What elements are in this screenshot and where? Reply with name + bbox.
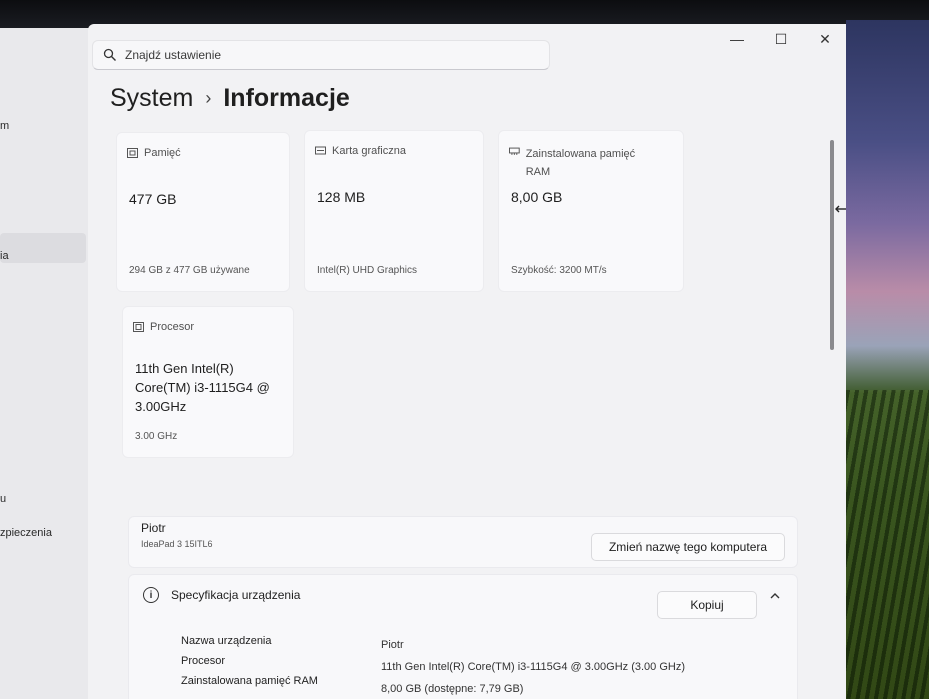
storage-detail: 294 GB z 477 GB używane [129,265,250,276]
nav-fragment-2[interactable]: ia [0,250,9,262]
info-icon: i [143,587,159,603]
settings-nav: m ia u zpieczenia [0,28,92,699]
memory-icon [509,147,520,155]
maximize-button[interactable]: ☐ [770,30,792,48]
gpu-label: Karta graficzna [332,145,406,157]
cpu-value-line-2: Core(TM) i3-1115G4 @ [135,380,270,395]
nav-fragment-1[interactable]: m [0,120,9,132]
nav-selected-item[interactable] [0,233,86,263]
resize-cursor-icon [835,205,846,213]
storage-icon [127,148,138,158]
gpu-card-header: Karta graficzna [315,145,406,157]
cpu-value-line-1: 11th Gen Intel(R) [135,361,234,376]
desktop-wallpaper [846,20,929,699]
spec-title: Specyfikacja urządzenia [171,588,301,602]
ram-label: Zainstalowana pamięć RAM [525,148,636,178]
ram-detail: Szybkość: 3200 MT/s [511,265,607,276]
cpu-value-line-3: 3.00GHz [135,399,187,414]
copy-button[interactable]: Kopiuj [657,591,757,619]
cpu-value: 11th Gen Intel(R) Core(TM) i3-1115G4 @ 3… [135,359,270,416]
spec-key-ram: Zainstalowana pamięć RAM [181,675,318,687]
spec-header[interactable]: i Specyfikacja urządzenia [143,587,300,603]
search-input[interactable] [125,48,525,62]
chevron-up-icon[interactable] [769,591,781,601]
settings-window: — ☐ ✕ System › Informacje Pamięć 477 GB … [88,24,846,699]
cpu-card[interactable]: Procesor 11th Gen Intel(R) Core(TM) i3-1… [122,306,294,458]
breadcrumb-parent[interactable]: System [110,84,193,113]
breadcrumb: System › Informacje [110,84,350,113]
spec-value-device-name: Piotr [381,639,404,651]
ram-value: 8,00 GB [511,189,563,205]
spec-key-device-name: Nazwa urządzenia [181,635,272,647]
nav-fragment-3[interactable]: u [0,493,6,505]
breadcrumb-separator: › [205,88,212,108]
device-spec-section: i Specyfikacja urządzenia Kopiuj Nazwa u… [128,574,798,699]
storage-label: Pamięć [144,147,181,159]
wallpaper-field [846,390,929,699]
spec-value-ram: 8,00 GB (dostępne: 7,79 GB) [381,683,524,695]
close-button[interactable]: ✕ [814,30,836,48]
page-title: Informacje [223,84,350,112]
storage-value: 477 GB [129,191,177,207]
device-model: IdeaPad 3 15ITL6 [141,539,213,549]
display-icon [315,146,326,155]
ram-card-header: Zainstalowana pamięć RAM [509,145,659,181]
cpu-detail: 3.00 GHz [135,431,178,442]
gpu-card[interactable]: Karta graficzna 128 MB Intel(R) UHD Grap… [304,130,484,292]
nav-fragment-4[interactable]: zpieczenia [0,527,52,539]
search-box[interactable] [92,40,550,70]
gpu-value: 128 MB [317,189,366,205]
cpu-label: Procesor [150,321,195,333]
search-icon [103,48,116,61]
ram-card[interactable]: Zainstalowana pamięć RAM 8,00 GB Szybkoś… [498,130,684,292]
device-name: Piotr [141,521,166,535]
window-controls: — ☐ ✕ [726,30,836,48]
scrollbar[interactable] [830,140,834,350]
minimize-button[interactable]: — [726,30,748,48]
rename-pc-button[interactable]: Zmień nazwę tego komputera [591,533,785,561]
spec-value-processor: 11th Gen Intel(R) Core(TM) i3-1115G4 @ 3… [381,661,685,673]
spec-key-processor: Procesor [181,655,226,667]
gpu-detail: Intel(R) UHD Graphics [317,265,418,276]
processor-icon [133,322,144,332]
storage-card[interactable]: Pamięć 477 GB 294 GB z 477 GB używane [116,132,290,292]
cpu-card-header: Procesor [133,321,194,333]
storage-card-header: Pamięć [127,147,181,159]
device-name-row: Piotr IdeaPad 3 15ITL6 Zmień nazwę tego … [128,516,798,568]
